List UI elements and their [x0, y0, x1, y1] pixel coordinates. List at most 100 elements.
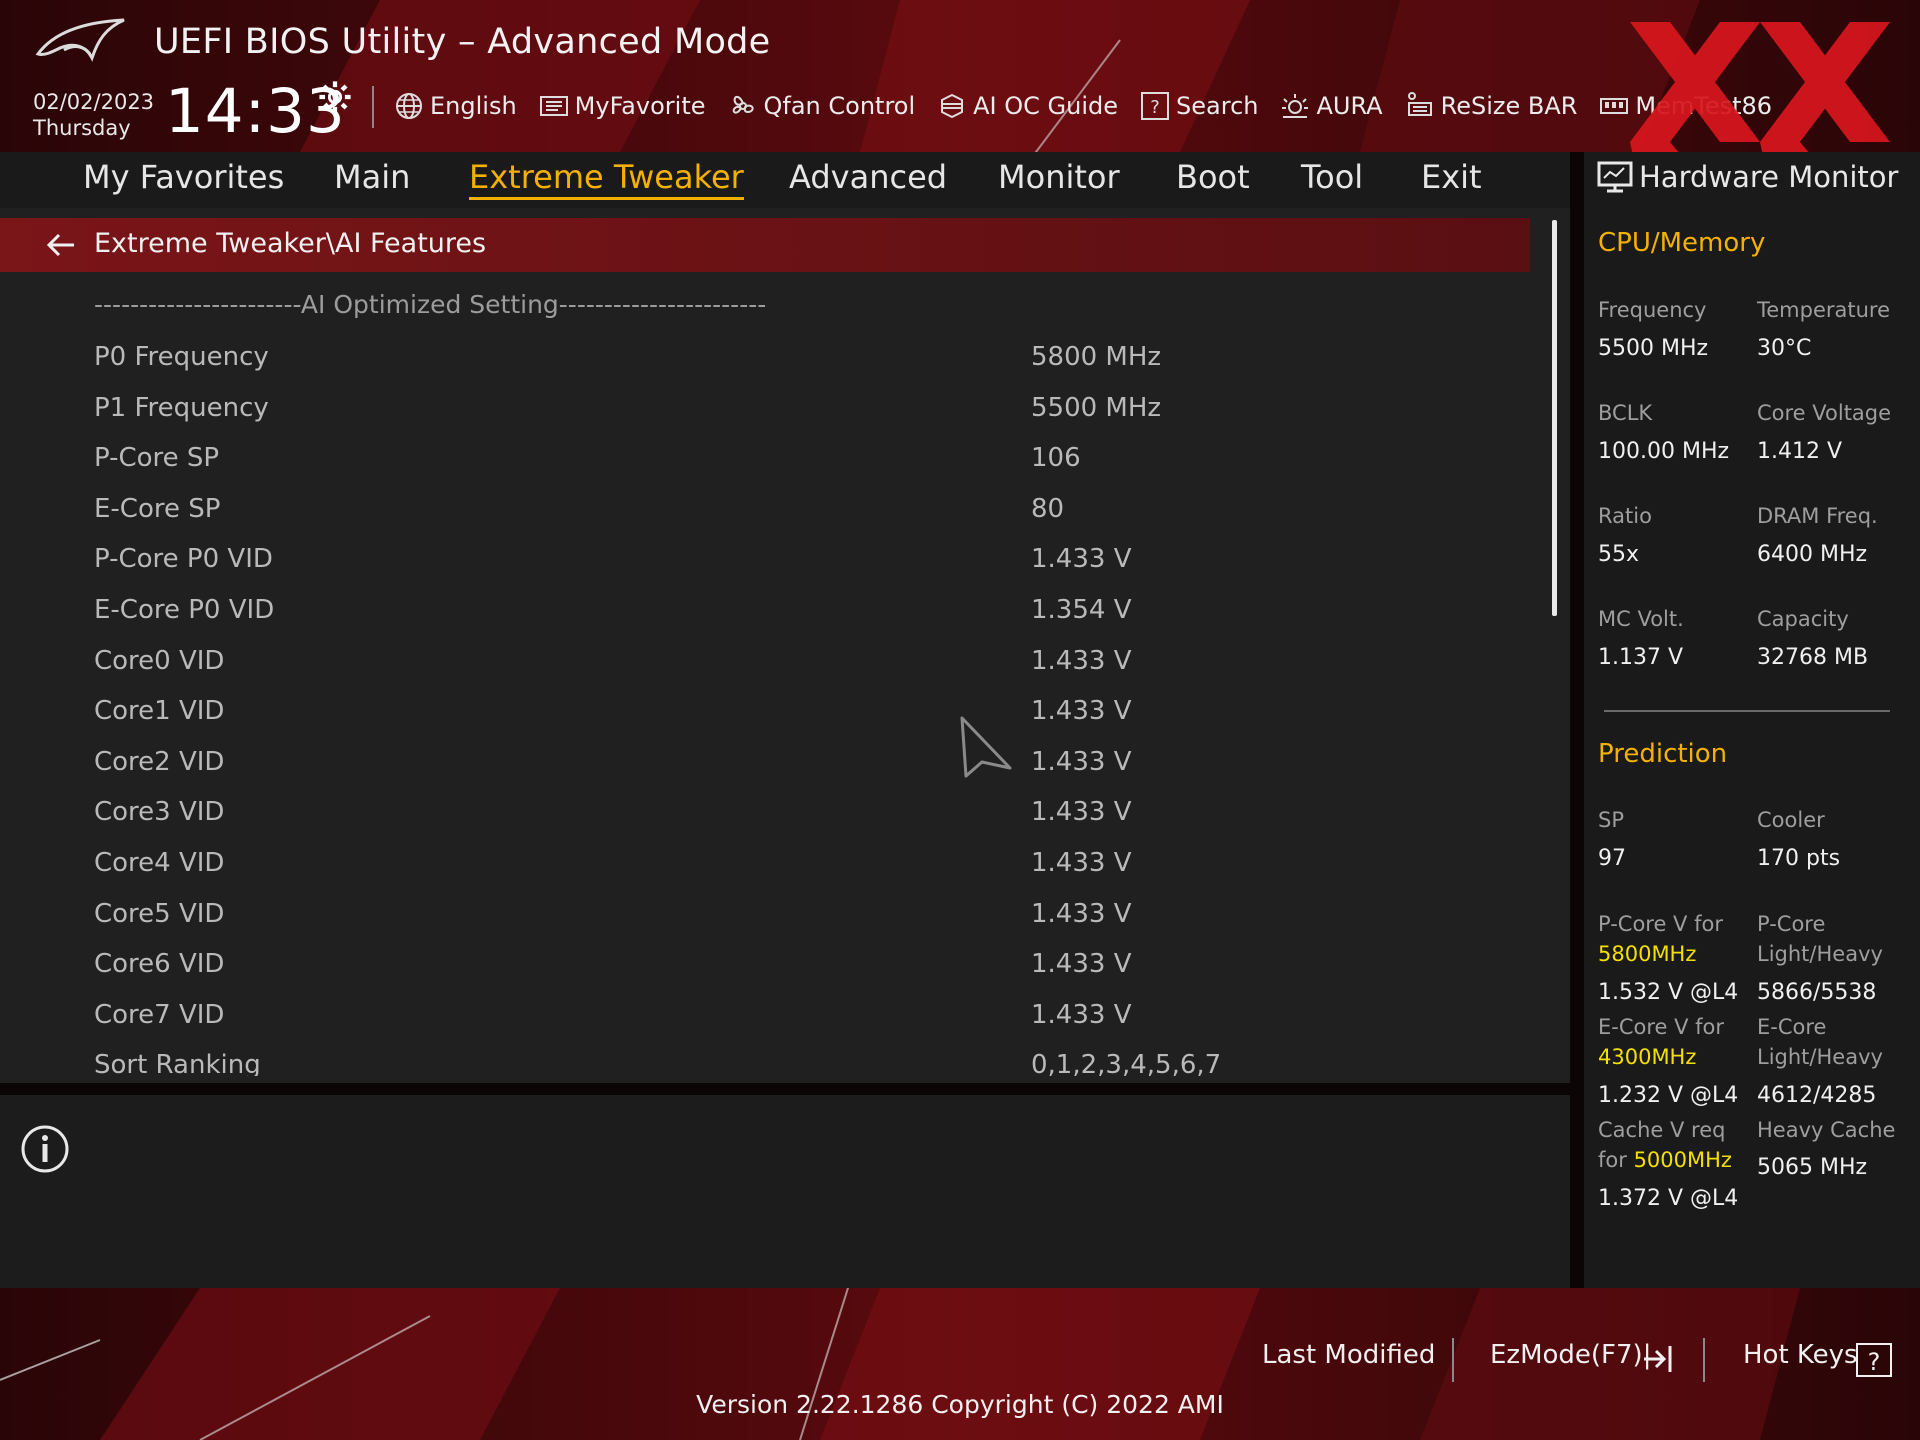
last-modified-button[interactable]: Last Modified: [1262, 1340, 1435, 1370]
setting-label: Core2 VID: [94, 747, 225, 777]
hot-keys-button[interactable]: Hot Keys: [1743, 1340, 1858, 1370]
tab-advanced[interactable]: Advanced: [789, 158, 947, 196]
scrollbar[interactable]: [1552, 220, 1557, 616]
hw-label: Light/Heavy: [1757, 942, 1883, 966]
svg-text:?: ?: [1868, 1348, 1881, 1376]
setting-row[interactable]: Core2 VID 1.433 V: [0, 741, 1540, 787]
setting-value: 80: [1031, 494, 1065, 524]
hw-label: P-Core: [1757, 912, 1826, 936]
ai-oc-guide-icon: [941, 93, 964, 119]
toolbar-search[interactable]: ? Search: [1139, 90, 1258, 122]
setting-row[interactable]: P0 Frequency 5800 MHz: [0, 336, 1540, 382]
tab-my-favorites[interactable]: My Favorites: [83, 158, 284, 196]
setting-row[interactable]: Core6 VID 1.433 V: [0, 943, 1540, 989]
hw-highlight-freq: 4300MHz: [1598, 1045, 1697, 1069]
setting-row[interactable]: Core4 VID 1.433 V: [0, 842, 1540, 888]
toolbar-label: AI OC Guide: [973, 92, 1119, 120]
hw-value: 5500 MHz: [1598, 336, 1709, 361]
hw-value: 1.232 V @L4: [1598, 1083, 1739, 1108]
setting-value: 1.433 V: [1031, 646, 1132, 676]
date-display: 02/02/2023: [33, 90, 155, 114]
version-copyright: Version 2.22.1286 Copyright (C) 2022 AMI: [696, 1390, 1224, 1419]
tab-main[interactable]: Main: [334, 158, 410, 196]
tab-boot[interactable]: Boot: [1176, 158, 1250, 196]
setting-row[interactable]: Core0 VID 1.433 V: [0, 640, 1540, 686]
top-toolbar: English MyFavorite Qfan Control AI OC Gu…: [393, 86, 1793, 126]
setting-row[interactable]: P-Core SP 106: [0, 437, 1540, 483]
setting-label: P1 Frequency: [94, 393, 269, 423]
setting-value: 1.433 V: [1031, 747, 1132, 777]
exit-arrow-icon[interactable]: [1640, 1342, 1674, 1376]
hw-label: Ratio: [1598, 504, 1652, 528]
hw-highlight-freq: 5800MHz: [1598, 942, 1697, 966]
globe-icon: [396, 93, 422, 119]
setting-row[interactable]: P1 Frequency 5500 MHz: [0, 387, 1540, 433]
favorite-list-icon: [539, 96, 568, 116]
toolbar-label: MyFavorite: [574, 92, 706, 120]
hw-value: 30°C: [1757, 336, 1812, 361]
hw-value: 6400 MHz: [1757, 542, 1868, 567]
hw-value: 1.532 V @L4: [1598, 980, 1739, 1005]
toolbar-ai-oc-guide[interactable]: AI OC Guide: [936, 90, 1118, 122]
setting-label: E-Core SP: [94, 494, 221, 524]
hw-label: E-Core V for: [1598, 1015, 1725, 1039]
setting-row[interactable]: Core3 VID 1.433 V: [0, 791, 1540, 837]
setting-label: Core0 VID: [94, 646, 225, 676]
hw-value: 5065 MHz: [1757, 1155, 1868, 1180]
hw-label: SP: [1598, 808, 1624, 832]
setting-value: 1.433 V: [1031, 848, 1132, 878]
setting-row[interactable]: Core1 VID 1.433 V: [0, 690, 1540, 736]
setting-row[interactable]: Core5 VID 1.433 V: [0, 893, 1540, 939]
app-title: UEFI BIOS Utility – Advanced Mode: [154, 22, 771, 62]
setting-label: E-Core P0 VID: [94, 595, 275, 625]
setting-value: 5800 MHz: [1031, 342, 1162, 372]
toolbar-qfan-control[interactable]: Qfan Control: [727, 90, 915, 122]
hw-value: 1.372 V @L4: [1598, 1186, 1739, 1211]
setting-row[interactable]: Core7 VID 1.433 V: [0, 994, 1540, 1040]
setting-row[interactable]: E-Core SP 80: [0, 488, 1540, 534]
hw-value: 32768 MB: [1757, 645, 1869, 670]
monitor-icon: [1597, 161, 1633, 193]
hw-label: BCLK: [1598, 401, 1653, 425]
setting-row[interactable]: Sort Ranking 0,1,2,3,4,5,6,7: [0, 1044, 1540, 1076]
hw-value: 1.137 V: [1598, 645, 1684, 670]
setting-value: 1.433 V: [1031, 797, 1132, 827]
toolbar-label: English: [430, 92, 517, 120]
hardware-monitor-title: Hardware Monitor: [1639, 160, 1899, 194]
hw-label: for: [1598, 1148, 1627, 1172]
tab-tool[interactable]: Tool: [1301, 158, 1363, 196]
tab-exit[interactable]: Exit: [1421, 158, 1482, 196]
help-panel: [0, 1095, 1570, 1288]
hw-label: MC Volt.: [1598, 607, 1684, 631]
hw-label: E-Core: [1757, 1015, 1827, 1039]
ezmode-button[interactable]: EzMode(F7)|: [1490, 1340, 1651, 1370]
hw-value: 5866/5538: [1757, 980, 1877, 1005]
hw-label: Temperature: [1757, 298, 1891, 322]
toolbar-myfavorite[interactable]: MyFavorite: [538, 90, 706, 122]
tab-extreme-tweaker[interactable]: Extreme Tweaker: [469, 158, 744, 200]
toolbar-label: ReSize BAR: [1440, 92, 1578, 120]
help-question-icon[interactable]: ?: [1855, 1342, 1893, 1378]
hw-value: 1.412 V: [1757, 439, 1843, 464]
mouse-cursor-icon: [960, 716, 1012, 778]
tab-monitor[interactable]: Monitor: [998, 158, 1120, 196]
setting-label: Core4 VID: [94, 848, 225, 878]
clock-settings-gear-icon[interactable]: [318, 80, 352, 114]
setting-label: P-Core SP: [94, 443, 220, 473]
setting-row[interactable]: E-Core P0 VID 1.354 V: [0, 589, 1540, 635]
toolbar-resize-bar[interactable]: ReSize BAR: [1404, 90, 1578, 122]
footer-separator: [1703, 1338, 1705, 1382]
day-display: Thursday: [33, 116, 131, 140]
hw-label: Heavy Cache: [1757, 1118, 1896, 1142]
svg-text:?: ?: [1150, 97, 1160, 118]
toolbar-aura[interactable]: AURA: [1279, 90, 1383, 122]
toolbar-label: Search: [1176, 92, 1259, 120]
hw-divider: [1604, 710, 1890, 712]
hw-value: 97: [1598, 846, 1626, 871]
back-arrow-icon[interactable]: [44, 230, 78, 260]
setting-row[interactable]: P-Core P0 VID 1.433 V: [0, 538, 1540, 584]
toolbar-english[interactable]: English: [393, 90, 517, 122]
hw-label: P-Core V for: [1598, 912, 1723, 936]
setting-value: 1.354 V: [1031, 595, 1132, 625]
hw-label: Capacity: [1757, 607, 1849, 631]
